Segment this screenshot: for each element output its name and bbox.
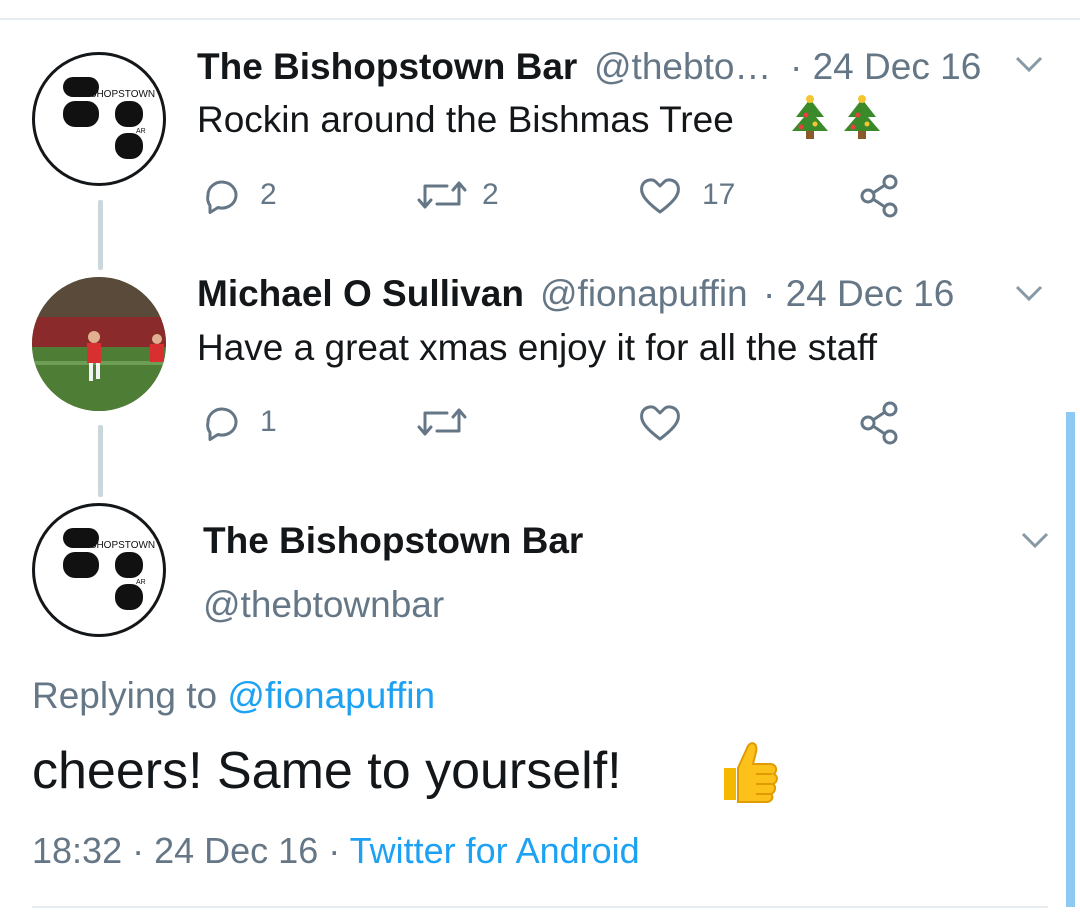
tweet-text: Rockin around the Bishmas Tree <box>197 99 734 140</box>
main-author-name[interactable]: The Bishopstown Bar <box>203 520 583 562</box>
tweet-time: 18:32 <box>32 830 123 871</box>
thread-line <box>98 200 103 270</box>
tweet-author-name[interactable]: The Bishopstown Bar <box>197 46 577 88</box>
main-tweet-text: cheers! Same to yourself! <box>32 742 622 800</box>
michael-osullivan-avatar[interactable] <box>32 277 166 411</box>
share-icon[interactable] <box>858 401 902 450</box>
avatar-logo-subtext: AR <box>136 128 146 135</box>
replying-to-handle[interactable]: @fionapuffin <box>227 675 435 716</box>
bottom-divider <box>32 906 1048 908</box>
bishopstown-bar-avatar[interactable]: ISHOPSTOWN AR <box>32 503 166 637</box>
replying-to-line: Replying to @fionapuffin <box>32 675 435 717</box>
christmas-tree-icon <box>840 95 884 146</box>
heart-icon[interactable] <box>638 403 682 448</box>
thread-line <box>98 425 103 497</box>
bishopstown-logo-icon: ISHOPSTOWN AR <box>63 77 155 159</box>
share-icon[interactable] <box>858 174 902 223</box>
tweet-source-link[interactable]: Twitter for Android <box>350 830 640 871</box>
avatar-logo-text: ISHOPSTOWN <box>87 540 155 551</box>
chevron-down-icon[interactable] <box>1014 54 1044 79</box>
tweet-text: Have a great xmas enjoy it for all the s… <box>197 327 878 368</box>
reply-icon[interactable] <box>200 175 240 220</box>
retweet-icon[interactable] <box>415 176 469 219</box>
chevron-down-icon[interactable] <box>1020 530 1050 555</box>
reply-count: 2 <box>260 178 277 211</box>
replying-to-label: Replying to <box>32 675 218 716</box>
tweet-author-name[interactable]: Michael O Sullivan <box>197 273 524 315</box>
scrollbar[interactable] <box>1066 412 1075 907</box>
timestamp-line: 18:32 · 24 Dec 16 · Twitter for Android <box>32 830 640 872</box>
top-divider <box>0 18 1080 20</box>
retweet-icon[interactable] <box>415 403 469 446</box>
avatar-logo-subtext: AR <box>136 579 146 586</box>
avatar-logo-text: ISHOPSTOWN <box>87 89 155 100</box>
reply-count: 1 <box>260 405 277 438</box>
main-author-handle[interactable]: @thebtownbar <box>203 584 444 626</box>
football-photo-icon <box>32 277 166 411</box>
thumbs-up-icon <box>716 738 780 811</box>
like-count: 17 <box>702 178 736 211</box>
bishopstown-bar-avatar[interactable]: ISHOPSTOWN AR <box>32 52 166 186</box>
tweet-date[interactable]: · 24 Dec 16 <box>763 273 954 315</box>
reply-icon[interactable] <box>200 402 240 447</box>
christmas-tree-icon <box>788 95 832 146</box>
tweet-author-handle[interactable]: @fionapuffin <box>540 273 748 315</box>
heart-icon[interactable] <box>638 176 682 221</box>
bishopstown-logo-icon: ISHOPSTOWN AR <box>63 528 155 610</box>
chevron-down-icon[interactable] <box>1014 283 1044 308</box>
tweet-author-handle[interactable]: @thebto… <box>594 46 771 88</box>
tweet-full-date: · 24 Dec 16 · <box>132 830 341 871</box>
retweet-count: 2 <box>482 178 499 211</box>
tweet-date[interactable]: · 24 Dec 16 <box>790 46 981 88</box>
